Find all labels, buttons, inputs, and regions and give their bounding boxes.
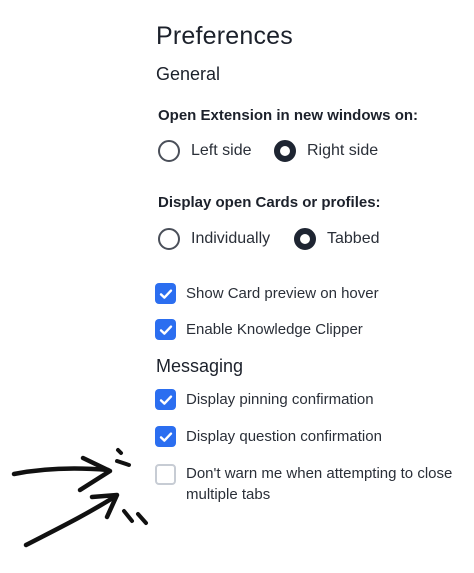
- checkmark-icon: [159, 288, 172, 299]
- emphasis-stroke-1: [116, 448, 123, 455]
- arrow-lower-head: [89, 492, 120, 520]
- radio-right-side[interactable]: Right side: [274, 140, 378, 162]
- radio-right-side-indicator[interactable]: [274, 140, 296, 162]
- section-heading-general: General: [156, 64, 221, 84]
- radio-tabbed-label: Tabbed: [327, 230, 380, 247]
- checkbox-question-confirmation-label: Display question confirmation: [186, 428, 382, 445]
- checkbox-knowledge-clipper-box[interactable]: [155, 319, 176, 340]
- radio-individually-indicator[interactable]: [158, 228, 180, 250]
- emphasis-stroke-4: [136, 512, 148, 525]
- checkmark-icon: [159, 324, 172, 335]
- checkbox-card-preview-box[interactable]: [155, 283, 176, 304]
- checkbox-multiple-tabs-warning-label: Don't warn me when attempting to close m…: [186, 465, 453, 503]
- radio-right-side-label: Right side: [307, 142, 379, 159]
- checkbox-card-preview[interactable]: Show Card preview on hover: [155, 283, 379, 304]
- radio-tabbed[interactable]: Tabbed: [294, 228, 380, 250]
- emphasis-stroke-3: [122, 509, 134, 523]
- section-heading-messaging: Messaging: [156, 356, 244, 376]
- checkmark-icon: [159, 431, 172, 442]
- checkbox-card-preview-label: Show Card preview on hover: [186, 285, 379, 302]
- checkbox-multiple-tabs-warning-box[interactable]: [155, 464, 176, 485]
- checkbox-question-confirmation[interactable]: Display question confirmation: [155, 426, 382, 447]
- radio-left-side-indicator[interactable]: [158, 140, 180, 162]
- radio-individually-label: Individually: [191, 230, 271, 247]
- arrow-upper-head: [77, 455, 113, 493]
- radio-individually[interactable]: Individually: [158, 228, 270, 250]
- extension-window-label: Open Extension in new windows on:: [158, 107, 419, 124]
- page-title: Preferences: [156, 22, 293, 50]
- checkbox-multiple-tabs-warning[interactable]: Don't warn me when attempting to close m…: [155, 463, 461, 505]
- radio-left-side-label: Left side: [191, 142, 252, 159]
- arrow-lower-shaft: [23, 493, 119, 548]
- checkbox-knowledge-clipper[interactable]: Enable Knowledge Clipper: [155, 319, 363, 340]
- checkbox-pinning-confirmation[interactable]: Display pinning confirmation: [155, 389, 374, 410]
- checkbox-knowledge-clipper-label: Enable Knowledge Clipper: [186, 321, 363, 338]
- radio-left-side[interactable]: Left side: [158, 140, 251, 162]
- arrow-upper-shaft: [11, 466, 111, 477]
- card-display-label: Display open Cards or profiles:: [158, 194, 381, 211]
- checkbox-question-confirmation-box[interactable]: [155, 426, 176, 447]
- checkbox-pinning-confirmation-box[interactable]: [155, 389, 176, 410]
- checkbox-pinning-confirmation-label: Display pinning confirmation: [186, 391, 374, 408]
- checkmark-icon: [159, 394, 172, 405]
- radio-tabbed-indicator[interactable]: [294, 228, 316, 250]
- emphasis-stroke-2: [115, 459, 131, 467]
